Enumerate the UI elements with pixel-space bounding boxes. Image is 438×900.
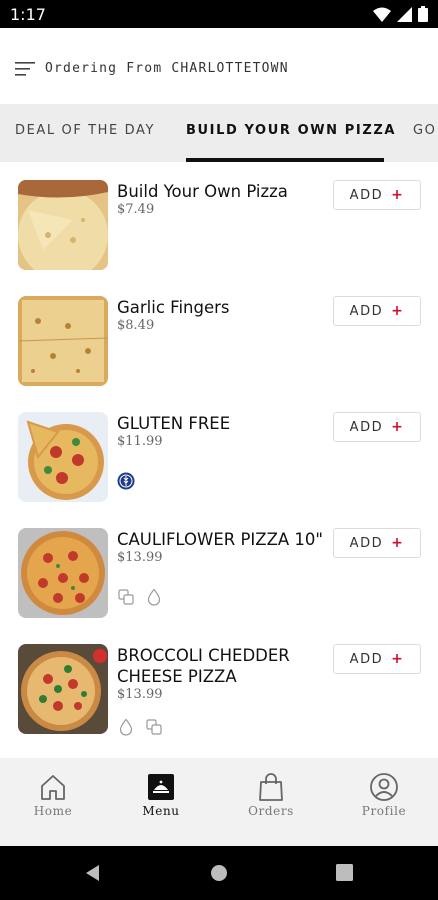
plus-icon: +: [391, 651, 405, 667]
active-tab-indicator: [186, 158, 384, 162]
recents-icon[interactable]: [336, 864, 353, 881]
add-label: ADD: [349, 651, 384, 667]
product-price: $13.99: [117, 687, 163, 702]
location-title[interactable]: Ordering From CHARLOTTETOWN: [45, 61, 289, 76]
add-button[interactable]: ADD +: [333, 644, 421, 674]
plus-icon: +: [391, 419, 405, 435]
nav-profile[interactable]: Profile: [344, 772, 424, 818]
product-price: $8.49: [117, 318, 155, 333]
list-item[interactable]: Build Your Own Pizza $7.49 ADD +: [0, 180, 438, 296]
tab-go[interactable]: GO: [413, 123, 437, 138]
add-button[interactable]: ADD +: [333, 296, 421, 326]
copy-icon: [146, 719, 162, 735]
product-image: [18, 644, 108, 734]
dietary-badges: [117, 588, 163, 606]
product-price: $7.49: [117, 202, 155, 217]
plus-icon: +: [391, 303, 405, 319]
product-name: GLUTEN FREE: [117, 414, 231, 433]
dietary-badges: [117, 472, 135, 490]
product-image: [18, 296, 108, 386]
status-icons: [373, 6, 428, 22]
status-bar: 1:17: [0, 0, 438, 28]
add-label: ADD: [349, 187, 384, 203]
gluten-free-icon: [117, 472, 135, 490]
profile-icon: [370, 773, 398, 801]
nav-label: Home: [33, 804, 73, 818]
list-item[interactable]: GLUTEN FREE $11.99 ADD +: [0, 412, 438, 528]
drop-icon: [147, 588, 161, 606]
copy-icon: [118, 589, 134, 605]
add-button[interactable]: ADD +: [333, 412, 421, 442]
home-icon: [41, 775, 65, 800]
product-price: $13.99: [117, 550, 163, 565]
product-name: Garlic Fingers: [117, 298, 230, 317]
add-button[interactable]: ADD +: [333, 180, 421, 210]
nav-label: Menu: [142, 804, 180, 818]
nav-label: Orders: [248, 804, 294, 818]
list-item[interactable]: CAULIFLOWER PIZZA 10" $13.99 ADD +: [0, 528, 438, 644]
product-price: $11.99: [117, 434, 163, 449]
nav-label: Profile: [361, 804, 407, 818]
add-label: ADD: [349, 303, 384, 319]
nav-orders[interactable]: Orders: [231, 772, 311, 818]
bag-icon: [259, 773, 283, 801]
product-image: [18, 528, 108, 618]
home-circle-icon[interactable]: [210, 864, 228, 882]
battery-icon: [418, 6, 428, 22]
bottom-navigation: Home Menu Orders Profile: [0, 758, 438, 846]
back-icon[interactable]: [84, 864, 102, 882]
list-item[interactable]: Garlic Fingers $8.49 ADD +: [0, 296, 438, 412]
category-tabs: DEAL OF THE DAY BUILD YOUR OWN PIZZA GO: [0, 104, 438, 162]
wifi-icon: [373, 7, 391, 22]
add-label: ADD: [349, 419, 384, 435]
tab-build-your-own-pizza[interactable]: BUILD YOUR OWN PIZZA: [186, 123, 396, 138]
menu-icon: [148, 774, 174, 800]
add-button[interactable]: ADD +: [333, 528, 421, 558]
signal-icon: [397, 6, 412, 22]
tab-deal-of-the-day[interactable]: DEAL OF THE DAY: [15, 123, 155, 138]
list-item[interactable]: BROCCOLI CHEDDER CHEESE PIZZA $13.99 ADD…: [0, 644, 438, 760]
drop-icon: [119, 718, 133, 736]
plus-icon: +: [391, 535, 405, 551]
product-image: [18, 180, 108, 270]
product-name: CAULIFLOWER PIZZA 10": [117, 530, 324, 549]
add-label: ADD: [349, 535, 384, 551]
nav-home[interactable]: Home: [13, 772, 93, 818]
product-name: BROCCOLI CHEDDER CHEESE PIZZA: [117, 646, 290, 686]
product-name: Build Your Own Pizza: [117, 182, 288, 201]
product-image: [18, 412, 108, 502]
system-navigation-bar: [0, 846, 438, 900]
dietary-badges: [117, 718, 163, 736]
header: Ordering From CHARLOTTETOWN: [0, 28, 438, 104]
plus-icon: +: [391, 187, 405, 203]
nav-menu[interactable]: Menu: [121, 772, 201, 818]
status-time: 1:17: [10, 5, 46, 24]
hamburger-menu-icon[interactable]: [15, 61, 35, 77]
